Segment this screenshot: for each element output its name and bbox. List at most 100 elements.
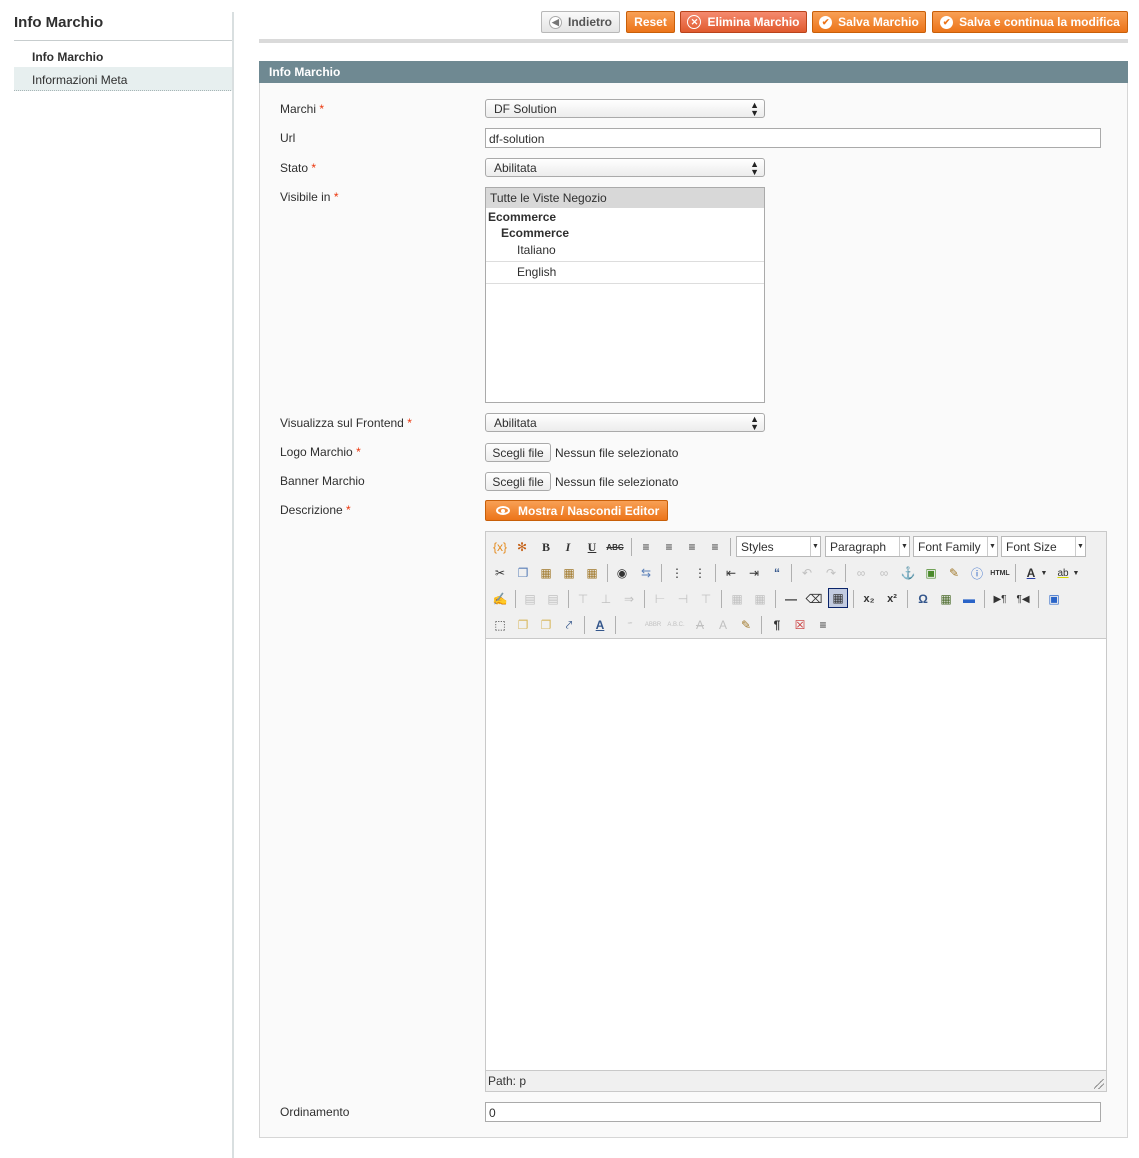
move-backward-icon[interactable]: ❐: [536, 615, 556, 635]
paste-word-icon[interactable]: ▦: [582, 563, 602, 583]
insert-col-before-icon[interactable]: ⊢: [650, 589, 670, 609]
ltr-icon[interactable]: ▶¶: [990, 589, 1010, 609]
styleprops-icon[interactable]: A: [590, 615, 610, 635]
paste-icon[interactable]: ▦: [536, 563, 556, 583]
tab-informazioni-meta[interactable]: Informazioni Meta: [14, 67, 233, 91]
resize-handle[interactable]: [1094, 1079, 1104, 1089]
back-button[interactable]: ◀ Indietro: [541, 11, 620, 33]
subscript-icon[interactable]: x₂: [859, 589, 879, 609]
italic-icon[interactable]: I: [558, 537, 578, 557]
bullet-list-icon[interactable]: ⋮: [667, 563, 687, 583]
reset-button[interactable]: Reset: [626, 11, 675, 33]
align-justify-icon[interactable]: ≡: [705, 537, 725, 557]
image-icon[interactable]: ▣: [921, 563, 941, 583]
acronym-icon[interactable]: A.B.C.: [666, 615, 686, 635]
page-break-icon[interactable]: ≡: [813, 615, 833, 635]
insert-row-before-icon[interactable]: ⊤: [573, 589, 593, 609]
check-icon: ✔: [819, 15, 833, 29]
remove-format-icon[interactable]: ⌫: [804, 589, 824, 609]
chevron-down-icon[interactable]: ▼: [1071, 563, 1081, 583]
insertion-icon[interactable]: A: [713, 615, 733, 635]
logo-file-button[interactable]: Scegli file: [485, 443, 551, 462]
special-char-icon[interactable]: Ω: [913, 589, 933, 609]
bold-icon[interactable]: B: [536, 537, 556, 557]
deletion-icon[interactable]: A: [690, 615, 710, 635]
media-icon[interactable]: ▦: [936, 589, 956, 609]
nonbreaking-icon[interactable]: ☒: [790, 615, 810, 635]
tab-info-marchio[interactable]: Info Marchio: [14, 44, 233, 68]
strikethrough-icon[interactable]: ABC: [605, 537, 625, 557]
outdent-icon[interactable]: ⇤: [721, 563, 741, 583]
move-forward-icon[interactable]: ❐: [513, 615, 533, 635]
indent-icon[interactable]: ⇥: [744, 563, 764, 583]
anchor-icon[interactable]: ⚓: [898, 563, 918, 583]
table-cell-props-icon[interactable]: ▤: [543, 589, 563, 609]
banner-label: Banner Marchio: [280, 474, 365, 488]
editor-content-area[interactable]: [486, 638, 1106, 1071]
font-family-select[interactable]: Font Family ▼: [913, 536, 998, 557]
text-color-icon[interactable]: A: [1021, 563, 1041, 583]
replace-icon[interactable]: ⇆: [636, 563, 656, 583]
blockquote-icon[interactable]: “: [767, 563, 787, 583]
undo-icon[interactable]: ↶: [797, 563, 817, 583]
insert-row-after-icon[interactable]: ⊥: [596, 589, 616, 609]
insert-col-after-icon[interactable]: ⊣: [673, 589, 693, 609]
fullscreen-icon[interactable]: ▣: [1044, 589, 1064, 609]
unlink-icon[interactable]: ∞: [874, 563, 894, 583]
html-source-icon[interactable]: HTML: [990, 563, 1010, 583]
banner-file-button[interactable]: Scegli file: [485, 472, 551, 491]
store-view-multiselect[interactable]: Tutte le Viste Negozio Ecommerce Ecommer…: [485, 187, 765, 403]
store-view-option[interactable]: Italiano: [486, 241, 764, 262]
numbered-list-icon[interactable]: ⋮: [690, 563, 710, 583]
cut-icon[interactable]: ✂: [490, 563, 510, 583]
chevron-down-icon: ▼: [810, 537, 820, 556]
visual-aid-icon[interactable]: ▦: [828, 588, 848, 608]
delete-col-icon[interactable]: ⊤: [696, 589, 716, 609]
frontend-select[interactable]: Abilitata ▲ ▼: [485, 413, 765, 432]
rtl-icon[interactable]: ¶◀: [1013, 589, 1033, 609]
cleanup-icon[interactable]: ✎: [944, 563, 964, 583]
table-row-props-icon[interactable]: ▤: [520, 589, 540, 609]
marchi-select[interactable]: DF Solution ▲ ▼: [485, 99, 765, 118]
attributes-icon[interactable]: ✎: [736, 615, 756, 635]
save-brand-button[interactable]: ✔ Salva Marchio: [812, 11, 926, 33]
store-view-option[interactable]: English: [486, 263, 764, 284]
align-right-icon[interactable]: ≡: [682, 537, 702, 557]
stato-select[interactable]: Abilitata ▲ ▼: [485, 158, 765, 177]
advanced-hr-icon[interactable]: ▬: [959, 589, 979, 609]
highlight-color-icon[interactable]: ab: [1053, 563, 1073, 583]
superscript-icon[interactable]: x²: [882, 589, 902, 609]
cite-icon[interactable]: “”: [620, 615, 640, 635]
insert-layer-icon[interactable]: ⬚: [490, 615, 510, 635]
toggle-editor-button[interactable]: Mostra / Nascondi Editor: [485, 500, 668, 521]
split-cells-icon[interactable]: ▦: [727, 589, 747, 609]
paragraph-format-select[interactable]: Paragraph ▼: [825, 536, 910, 557]
delete-brand-button[interactable]: ✕ Elimina Marchio: [680, 11, 807, 33]
insert-variable-icon[interactable]: {x}: [490, 537, 510, 557]
show-blocks-icon[interactable]: ¶: [767, 615, 787, 635]
underline-icon[interactable]: U: [582, 537, 602, 557]
save-continue-button[interactable]: ✔ Salva e continua la modifica: [932, 11, 1128, 33]
search-icon[interactable]: ◉: [612, 563, 632, 583]
link-icon[interactable]: ∞: [851, 563, 871, 583]
styles-select[interactable]: Styles ▼: [736, 536, 821, 557]
absolute-position-icon[interactable]: ⤤: [559, 615, 579, 635]
delete-row-icon[interactable]: ⇒: [619, 589, 639, 609]
visibile-label: Visibile in *: [280, 190, 339, 204]
font-size-select[interactable]: Font Size ▼: [1001, 536, 1086, 557]
align-center-icon[interactable]: ≡: [659, 537, 679, 557]
insert-widget-icon[interactable]: ✻: [512, 537, 532, 557]
url-input[interactable]: df-solution: [485, 128, 1101, 148]
store-view-option[interactable]: Tutte le Viste Negozio: [486, 188, 764, 208]
paste-text-icon[interactable]: ▦: [559, 563, 579, 583]
chevron-down-icon[interactable]: ▼: [1039, 563, 1049, 583]
redo-icon[interactable]: ↷: [821, 563, 841, 583]
abbr-icon[interactable]: ABBR: [643, 615, 663, 635]
ordinamento-input[interactable]: 0: [485, 1102, 1101, 1122]
merge-cells-icon[interactable]: ▦: [750, 589, 770, 609]
help-icon[interactable]: ⓘ: [967, 563, 987, 583]
align-left-icon[interactable]: ≡: [636, 537, 656, 557]
copy-icon[interactable]: ❐: [513, 563, 533, 583]
horizontal-rule-icon[interactable]: —: [781, 589, 801, 609]
edit-style-icon[interactable]: ✍: [490, 589, 510, 609]
